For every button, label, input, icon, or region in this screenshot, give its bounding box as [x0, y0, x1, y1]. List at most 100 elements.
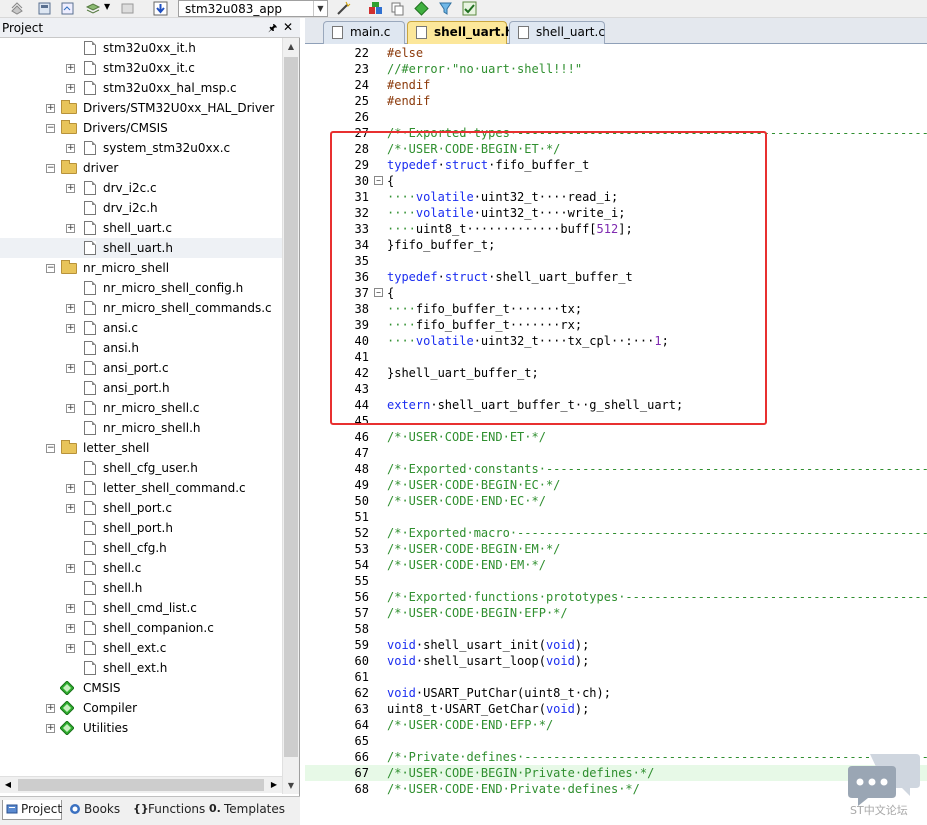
- code-line[interactable]: 49 /*·USER·CODE·BEGIN·EC·*/: [305, 477, 927, 493]
- expand-icon[interactable]: +: [66, 144, 75, 153]
- tree-file[interactable]: + letter_shell_command.c: [0, 478, 282, 498]
- tree-file[interactable]: nr_micro_shell.h: [0, 418, 282, 438]
- code-line[interactable]: 31 ····volatile·uint32_t····read_i;: [305, 189, 927, 205]
- target-select[interactable]: stm32u083_app ▼: [178, 0, 328, 17]
- tree-file[interactable]: shell_port.h: [0, 518, 282, 538]
- code-line[interactable]: 59 void·shell_usart_init(void);: [305, 637, 927, 653]
- fold-collapse-icon[interactable]: −: [374, 288, 383, 297]
- code-line[interactable]: 37−{: [305, 285, 927, 301]
- tab-project[interactable]: Project: [2, 800, 62, 820]
- tree-file[interactable]: ansi_port.h: [0, 378, 282, 398]
- batch-build-icon[interactable]: [10, 1, 25, 16]
- code-line[interactable]: 62 void·USART_PutChar(uint8_t·ch);: [305, 685, 927, 701]
- tree-file[interactable]: + shell_uart.c: [0, 218, 282, 238]
- code-line[interactable]: 25 #endif: [305, 93, 927, 109]
- tree-file[interactable]: nr_micro_shell_config.h: [0, 278, 282, 298]
- code-line[interactable]: 39 ····fifo_buffer_t·······rx;: [305, 317, 927, 333]
- code-line[interactable]: 53 /*·USER·CODE·BEGIN·EM·*/: [305, 541, 927, 557]
- collapse-icon[interactable]: −: [46, 164, 55, 173]
- code-line[interactable]: 36 typedef·struct·shell_uart_buffer_t: [305, 269, 927, 285]
- tree-file[interactable]: ansi.h: [0, 338, 282, 358]
- tree-file[interactable]: shell_ext.h: [0, 658, 282, 678]
- code-line[interactable]: 63 uint8_t·USART_GetChar(void);: [305, 701, 927, 717]
- collapse-icon[interactable]: −: [46, 124, 55, 133]
- scrollbar-thumb[interactable]: [284, 57, 298, 757]
- code-line[interactable]: 43: [305, 381, 927, 397]
- tree-component[interactable]: CMSIS: [0, 678, 282, 698]
- pin-icon[interactable]: 🖈: [268, 21, 277, 38]
- code-line[interactable]: 33 ····uint8_t·············buff[512];: [305, 221, 927, 237]
- expand-icon[interactable]: +: [66, 624, 75, 633]
- scroll-left-icon[interactable]: ◀: [0, 777, 16, 793]
- code-line[interactable]: 68 /*·USER·CODE·END·Private·defines·*/: [305, 781, 927, 797]
- copy-icon[interactable]: [390, 1, 405, 16]
- code-line[interactable]: 66/*·Private·defines·-------------------…: [305, 749, 927, 765]
- code-line[interactable]: 55: [305, 573, 927, 589]
- code-line[interactable]: 61: [305, 669, 927, 685]
- tree-component[interactable]: + Compiler: [0, 698, 282, 718]
- code-line[interactable]: 51: [305, 509, 927, 525]
- expand-icon[interactable]: +: [66, 564, 75, 573]
- tree-file[interactable]: drv_i2c.h: [0, 198, 282, 218]
- load-icon[interactable]: [37, 1, 52, 16]
- code-line[interactable]: 28 /*·USER·CODE·BEGIN·ET·*/: [305, 141, 927, 157]
- dropdown-arrow-icon[interactable]: ▼: [104, 2, 110, 11]
- tree-file[interactable]: + nr_micro_shell.c: [0, 398, 282, 418]
- tree-file[interactable]: + ansi.c: [0, 318, 282, 338]
- expand-icon[interactable]: +: [66, 644, 75, 653]
- expand-icon[interactable]: +: [66, 184, 75, 193]
- code-line[interactable]: 60 void·shell_usart_loop(void);: [305, 653, 927, 669]
- code-line[interactable]: 30−{: [305, 173, 927, 189]
- code-line[interactable]: 65: [305, 733, 927, 749]
- expand-icon[interactable]: +: [66, 484, 75, 493]
- code-line[interactable]: 34}fifo_buffer_t;: [305, 237, 927, 253]
- code-line[interactable]: 57 /*·USER·CODE·BEGIN·EFP·*/: [305, 605, 927, 621]
- fold-collapse-icon[interactable]: −: [374, 176, 383, 185]
- expand-icon[interactable]: +: [46, 724, 55, 733]
- download-icon[interactable]: [153, 1, 168, 16]
- tree-file[interactable]: + shell.c: [0, 558, 282, 578]
- expand-icon[interactable]: +: [66, 84, 75, 93]
- code-line[interactable]: 52 /*·Exported·macro·--------------------…: [305, 525, 927, 541]
- tab-templates[interactable]: 0. Templates: [206, 800, 286, 820]
- rte-icon[interactable]: [368, 1, 383, 16]
- tree-file[interactable]: shell_cfg_user.h: [0, 458, 282, 478]
- tab-functions[interactable]: {} Functions: [130, 800, 205, 820]
- tab-shell-uart-h[interactable]: shell_uart.h: [407, 21, 513, 44]
- tree-file[interactable]: + shell_port.c: [0, 498, 282, 518]
- scrollbar-thumb[interactable]: [18, 779, 264, 791]
- expand-icon[interactable]: +: [66, 504, 75, 513]
- code-line[interactable]: 29 typedef·struct·fifo_buffer_t: [305, 157, 927, 173]
- code-line[interactable]: 26: [305, 109, 927, 125]
- vertical-scrollbar[interactable]: ▲ ▼: [282, 38, 299, 794]
- code-line[interactable]: 35: [305, 253, 927, 269]
- code-area[interactable]: 22 #else 23 //#error·"no·uart·shell!!!" 24 #e…: [305, 45, 927, 825]
- options-icon[interactable]: [60, 1, 75, 16]
- expand-icon[interactable]: +: [66, 604, 75, 613]
- code-line[interactable]: 41: [305, 349, 927, 365]
- wizard-icon[interactable]: [336, 1, 351, 16]
- manage-components-icon[interactable]: [86, 1, 101, 16]
- tree-file[interactable]: + drv_i2c.c: [0, 178, 282, 198]
- pack-check-icon[interactable]: [462, 1, 477, 16]
- code-line[interactable]: 64 /*·USER·CODE·END·EFP·*/: [305, 717, 927, 733]
- tree-folder[interactable]: − driver: [0, 158, 282, 178]
- chevron-down-icon[interactable]: ▼: [313, 1, 327, 16]
- scroll-down-icon[interactable]: ▼: [283, 777, 299, 794]
- tree-file[interactable]: + shell_ext.c: [0, 638, 282, 658]
- code-line[interactable]: 56 /*·Exported·functions·prototypes·-----…: [305, 589, 927, 605]
- horizontal-scrollbar[interactable]: ◀ ▶: [0, 776, 282, 793]
- scroll-up-icon[interactable]: ▲: [283, 38, 299, 55]
- expand-icon[interactable]: +: [66, 64, 75, 73]
- code-line[interactable]: 24 #endif: [305, 77, 927, 93]
- code-line[interactable]: 48 /*·Exported·constants·----------------…: [305, 461, 927, 477]
- tab-shell-uart-c[interactable]: shell_uart.c: [509, 21, 605, 44]
- code-line[interactable]: 40 ····volatile·uint32_t····tx_cpl··:···1…: [305, 333, 927, 349]
- expand-icon[interactable]: +: [46, 104, 55, 113]
- code-line[interactable]: 54 /*·USER·CODE·END·EM·*/: [305, 557, 927, 573]
- code-line[interactable]: 27 /*·Exported·types·--------------------…: [305, 125, 927, 141]
- tree-folder[interactable]: − nr_micro_shell: [0, 258, 282, 278]
- expand-icon[interactable]: +: [66, 324, 75, 333]
- tree-file[interactable]: + ansi_port.c: [0, 358, 282, 378]
- tab-main-c[interactable]: main.c: [323, 21, 405, 44]
